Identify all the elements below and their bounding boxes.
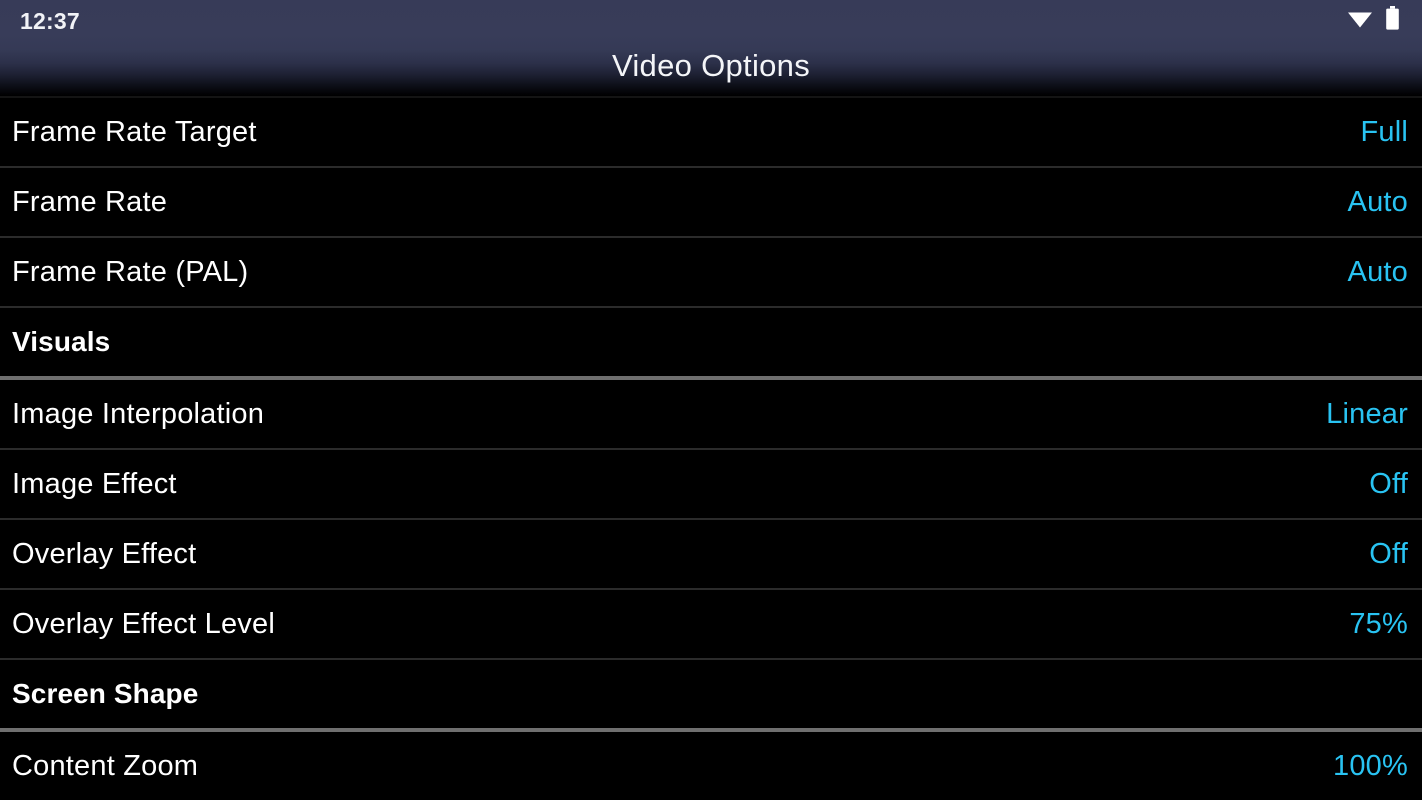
settings-row-value: Auto	[1347, 255, 1408, 288]
settings-row-label: Content Zoom	[12, 749, 199, 782]
title-bar: 12:37 Video Options	[0, 0, 1422, 96]
section-header-label: Visuals	[12, 326, 111, 357]
settings-row-value: Auto	[1347, 185, 1408, 218]
settings-row-value: Full	[1360, 115, 1408, 148]
settings-row-label: Overlay Effect	[12, 537, 197, 570]
page-title-container: Video Options	[0, 40, 1422, 92]
settings-row[interactable]: Content Zoom 100%	[0, 732, 1422, 800]
settings-row-value: Off	[1369, 537, 1408, 570]
settings-row-value: 100%	[1333, 749, 1408, 782]
settings-row[interactable]: Frame Rate Target Full	[0, 98, 1422, 166]
status-bar-icons	[1347, 5, 1406, 35]
settings-row[interactable]: Image Effect Off	[0, 450, 1422, 518]
settings-row-label: Overlay Effect Level	[12, 607, 275, 640]
settings-row[interactable]: Overlay Effect Level 75%	[0, 590, 1422, 658]
settings-row-label: Image Interpolation	[12, 397, 265, 430]
settings-row-label: Frame Rate Target	[12, 115, 257, 148]
settings-row[interactable]: Image Interpolation Linear	[0, 380, 1422, 448]
settings-row[interactable]: Frame Rate Auto	[0, 168, 1422, 236]
settings-row-label: Image Effect	[12, 467, 177, 500]
status-bar: 12:37	[0, 0, 1422, 40]
page-title: Video Options	[611, 48, 811, 83]
settings-row-label: Frame Rate (PAL)	[12, 255, 249, 288]
wifi-icon	[1347, 8, 1373, 33]
settings-row-value: Off	[1369, 467, 1408, 500]
section-header-label: Screen Shape	[12, 678, 199, 709]
settings-row-value: Linear	[1326, 397, 1408, 430]
section-header: Screen Shape	[0, 660, 1422, 728]
app-screen: 12:37 Video Options Frame Rate Target Fu…	[0, 0, 1422, 800]
settings-row[interactable]: Frame Rate (PAL) Auto	[0, 238, 1422, 306]
section-header: Visuals	[0, 308, 1422, 376]
settings-row[interactable]: Overlay Effect Off	[0, 520, 1422, 588]
battery-icon	[1385, 5, 1400, 35]
settings-row-label: Frame Rate	[12, 185, 168, 218]
settings-row-value: 75%	[1349, 607, 1408, 640]
status-bar-clock: 12:37	[20, 7, 80, 34]
settings-list: Frame Rate Target Full Frame Rate Auto Frame…	[0, 96, 1422, 800]
